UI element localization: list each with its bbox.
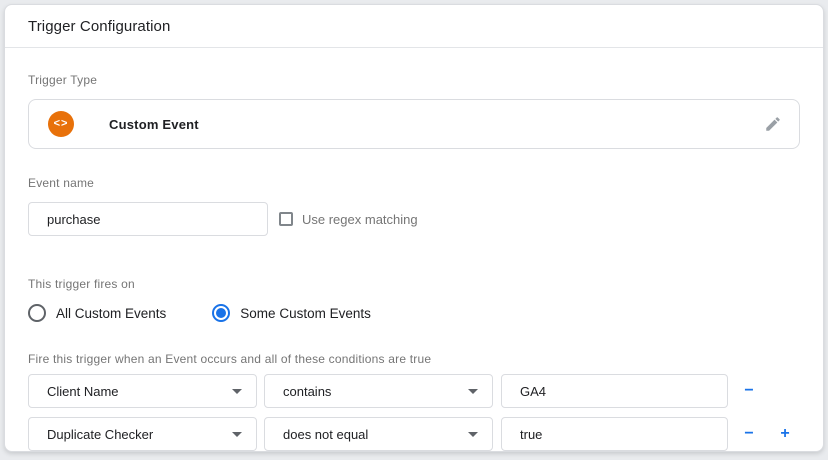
- code-brackets-glyph: <>: [53, 117, 69, 129]
- radio-icon[interactable]: [28, 304, 46, 322]
- condition-2-operator-select[interactable]: does not equal: [264, 417, 493, 451]
- radio-all-custom-events[interactable]: All Custom Events: [28, 304, 166, 322]
- condition-1-variable-select[interactable]: Client Name: [28, 374, 257, 408]
- condition-2-variable-select[interactable]: Duplicate Checker: [28, 417, 257, 451]
- condition-2-operator-value: does not equal: [283, 426, 369, 442]
- edit-pencil-icon[interactable]: [761, 112, 785, 136]
- condition-row-2: Duplicate Checker does not equal − +: [28, 417, 800, 451]
- event-name-input[interactable]: [28, 202, 268, 236]
- condition-2-value-input[interactable]: [501, 417, 728, 451]
- regex-checkbox-wrap[interactable]: Use regex matching: [279, 212, 418, 227]
- chevron-down-icon: [468, 388, 478, 394]
- condition-1-operator-value: contains: [283, 383, 332, 399]
- condition-row-1: Client Name contains −: [28, 374, 800, 408]
- trigger-type-value: Custom Event: [109, 116, 199, 132]
- event-name-row: Use regex matching: [28, 202, 800, 236]
- conditions-label: Fire this trigger when an Event occurs a…: [28, 352, 432, 366]
- chevron-down-icon: [468, 431, 478, 437]
- condition-1-operator-select[interactable]: contains: [264, 374, 493, 408]
- condition-1-value-input[interactable]: [501, 374, 728, 408]
- regex-checkbox-label: Use regex matching: [302, 211, 418, 227]
- panel-body: Trigger Type <> Custom Event Event name …: [5, 73, 823, 451]
- radio-some-custom-events-label: Some Custom Events: [240, 305, 371, 321]
- condition-1-remove-button[interactable]: −: [741, 383, 757, 399]
- chevron-down-icon: [232, 431, 242, 437]
- chevron-down-icon: [232, 388, 242, 394]
- trigger-type-label: Trigger Type: [28, 73, 98, 87]
- custom-event-icon: <>: [48, 111, 74, 137]
- radio-some-custom-events[interactable]: Some Custom Events: [212, 304, 371, 322]
- radio-all-custom-events-label: All Custom Events: [56, 305, 167, 321]
- panel-header: Trigger Configuration: [5, 5, 823, 48]
- fires-on-label: This trigger fires on: [28, 277, 135, 291]
- condition-2-remove-button[interactable]: −: [741, 426, 757, 442]
- page-title: Trigger Configuration: [28, 17, 171, 35]
- condition-add-button[interactable]: +: [777, 426, 793, 442]
- radio-selected-icon[interactable]: [212, 304, 231, 322]
- regex-checkbox[interactable]: [279, 212, 293, 226]
- trigger-configuration-panel: Trigger Configuration Trigger Type <> Cu…: [4, 4, 824, 452]
- condition-2-variable-value: Duplicate Checker: [47, 426, 154, 442]
- trigger-type-card[interactable]: <> Custom Event: [28, 99, 800, 149]
- fires-on-options: All Custom Events Some Custom Events: [28, 304, 800, 322]
- condition-1-variable-value: Client Name: [47, 383, 119, 399]
- event-name-label: Event name: [28, 176, 95, 190]
